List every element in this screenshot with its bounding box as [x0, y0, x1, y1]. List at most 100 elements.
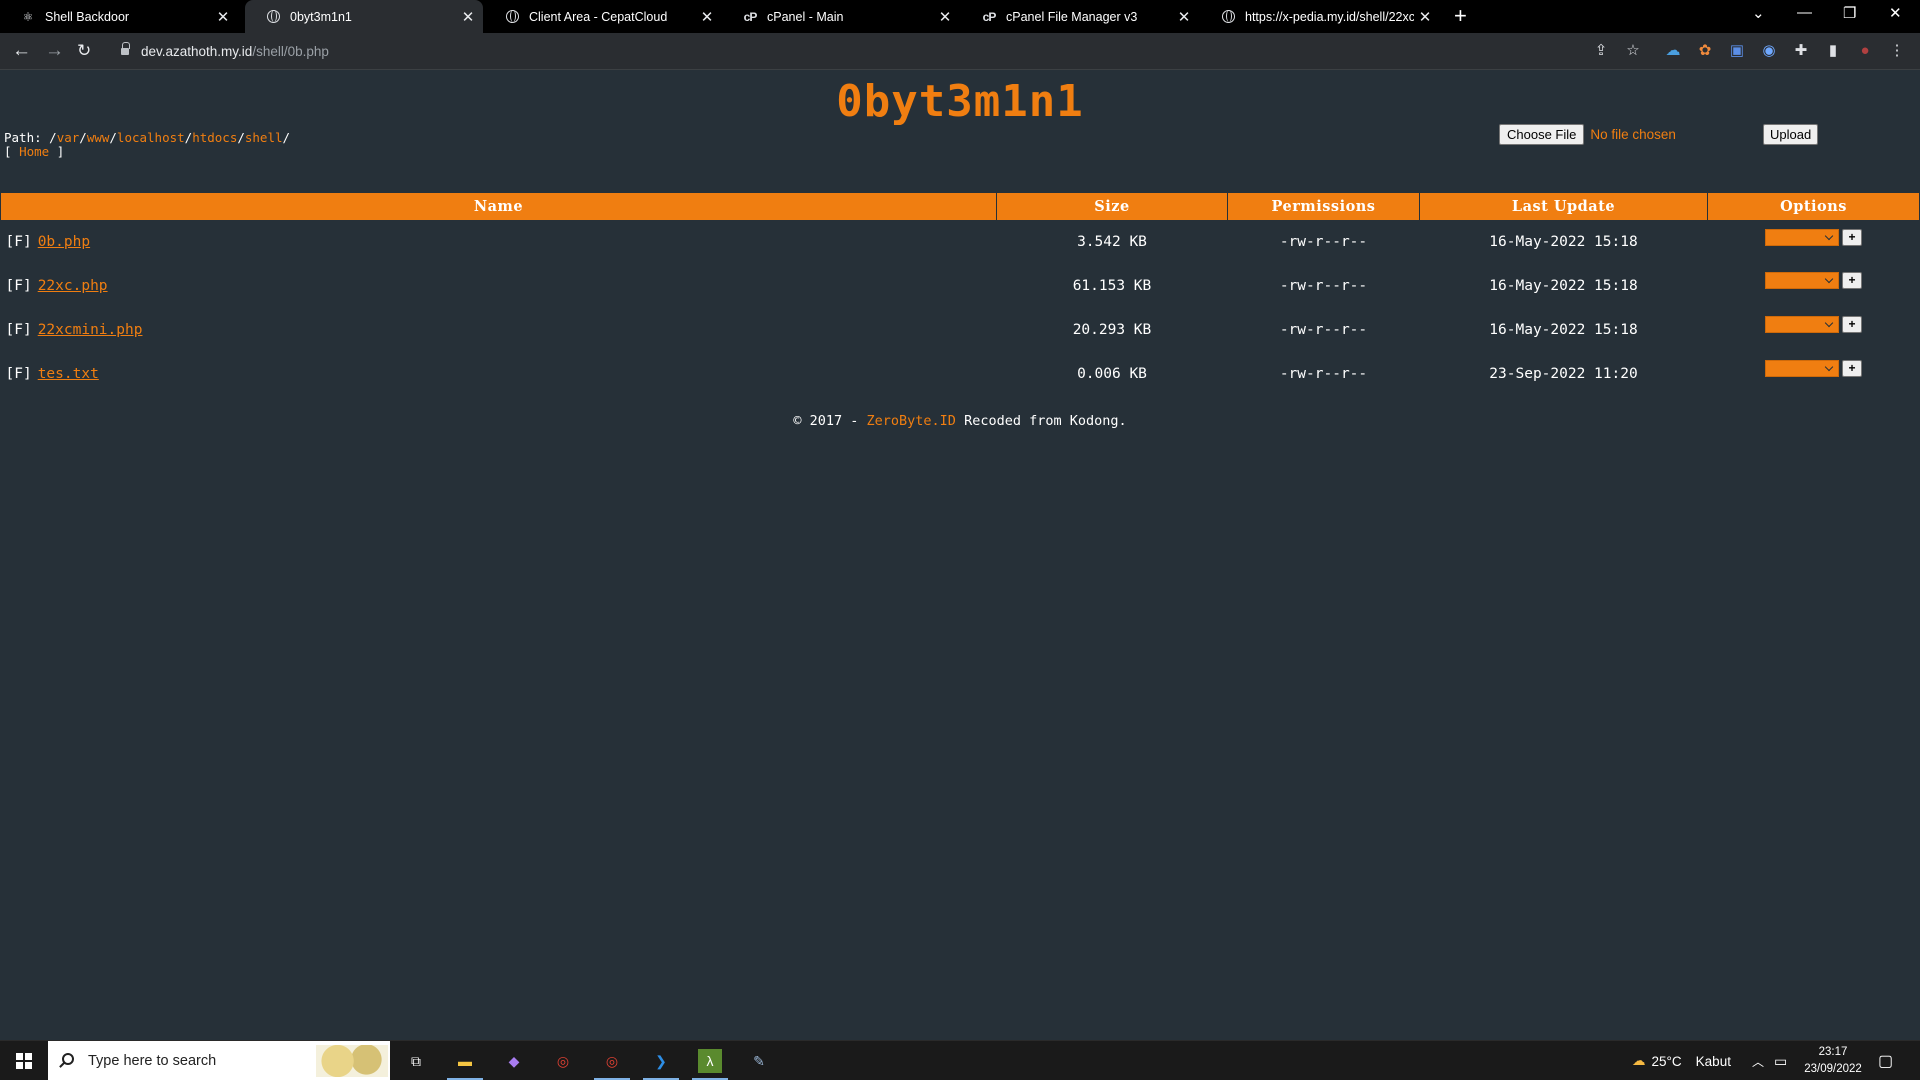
tab-title: 0byt3m1n1 — [290, 9, 352, 24]
upload-button[interactable]: Upload — [1763, 124, 1819, 145]
search-placeholder: Type here to search — [88, 1053, 217, 1069]
globe-icon — [1221, 10, 1235, 24]
task-view-icon[interactable]: ⧉ — [404, 1049, 428, 1073]
globe-icon — [505, 10, 519, 24]
submit-option-button[interactable]: + — [1842, 272, 1862, 289]
file-size: 3.542 KB — [1077, 234, 1147, 251]
forward-arrow-icon[interactable]: → — [45, 41, 64, 60]
options-select[interactable] — [1765, 316, 1839, 333]
lock-icon[interactable] — [121, 42, 130, 56]
column-header-name: Name — [0, 193, 997, 221]
file-size: 61.153 KB — [1072, 278, 1152, 294]
tab-search-chevron-icon[interactable]: ⌄ — [1752, 4, 1765, 22]
extension-flower-icon[interactable]: ✿ — [1696, 42, 1714, 60]
tab-title: cPanel - Main — [767, 9, 844, 24]
file-size: 20.293 KB — [1072, 322, 1152, 338]
tab-0byt3m1n1[interactable]: 0byt3m1n1 ✕ — [245, 0, 483, 33]
menu-kebab-icon[interactable]: ⋮ — [1888, 42, 1906, 60]
file-upload-field: Choose File No file chosen — [1499, 123, 1676, 145]
close-icon[interactable]: ✕ — [696, 8, 718, 26]
table-row: [F] 0b.php 3.542 KB -rw-r--r-- 16-May-202… — [1, 220, 1920, 264]
file-link[interactable]: 0b.php — [38, 234, 90, 250]
file-link[interactable]: tes.txt — [38, 366, 99, 382]
file-link[interactable]: 22xc.php — [38, 278, 108, 294]
submit-option-button[interactable]: + — [1842, 360, 1862, 377]
column-header-permissions: Permissions — [1227, 193, 1420, 221]
file-last-update: 16-May-2022 15:18 — [1489, 278, 1638, 294]
browser-tab-strip: ⚛ Shell Backdoor ✕ 0byt3m1n1 ✕ Client Ar… — [0, 0, 1920, 33]
table-row: [F] 22xc.php 61.153 KB -rw-r--r-- 16-May-… — [1, 264, 1920, 308]
tab-shell-backdoor[interactable]: ⚛ Shell Backdoor ✕ — [0, 0, 238, 33]
clock-time: 23:17 — [1818, 1046, 1848, 1058]
path-link-localhost[interactable]: localhost — [117, 130, 185, 145]
tab-cpanel-file-manager[interactable]: cP cPanel File Manager v3 ✕ — [961, 0, 1199, 33]
path-link-shell[interactable]: shell — [245, 130, 283, 145]
profile-avatar[interactable]: ● — [1856, 42, 1874, 60]
close-icon[interactable]: ✕ — [1173, 8, 1195, 26]
options-select[interactable] — [1765, 228, 1839, 246]
file-type-tag: [F] — [5, 234, 32, 251]
tab-x-pedia[interactable]: https://x-pedia.my.id/shell/22xcm ✕ — [1200, 0, 1440, 33]
extension-circle-icon[interactable]: ◉ — [1760, 42, 1778, 60]
vscode-icon[interactable]: ❯ — [649, 1049, 673, 1073]
weather-widget[interactable]: ☁ 25°C Kabut — [1632, 1041, 1731, 1080]
taskbar-search-box[interactable]: Type here to search — [48, 1041, 390, 1080]
close-window-button[interactable]: ✕ — [1889, 4, 1902, 22]
tab-cpanel-main[interactable]: cP cPanel - Main ✕ — [722, 0, 960, 33]
taskbar-clock[interactable]: 23:17 23/09/2022 — [1798, 1044, 1868, 1078]
search-highlight-image — [316, 1045, 388, 1077]
footer-brand-link[interactable]: ZeroByte.ID — [867, 413, 956, 429]
tab-title: cPanel File Manager v3 — [1006, 9, 1138, 24]
extensions-puzzle-icon[interactable]: ✚ — [1792, 42, 1810, 60]
notification-icon[interactable]: ▢ — [1878, 1041, 1893, 1080]
reload-icon[interactable]: ↻ — [77, 41, 91, 60]
footer-suffix: Recoded from Kodong. — [955, 413, 1127, 429]
translate-extension-icon[interactable]: ▣ — [1728, 42, 1746, 60]
close-icon[interactable]: ✕ — [457, 8, 479, 26]
new-tab-button[interactable]: + — [1454, 3, 1467, 29]
file-size: 0.006 KB — [1077, 366, 1147, 382]
url-text[interactable]: dev.azathoth.my.id/shell/0b.php — [141, 44, 329, 59]
tray-chevron-up-icon[interactable]: ︿ — [1752, 1041, 1764, 1080]
close-icon[interactable]: ✕ — [212, 8, 234, 26]
column-header-options: Options — [1707, 193, 1920, 221]
home-link-wrapper: [ Home ] — [4, 144, 65, 159]
lambda-app-icon[interactable]: λ — [698, 1049, 722, 1073]
path-label: Path: — [4, 130, 42, 145]
footer-prefix: © 2017 - — [793, 413, 867, 429]
file-explorer-icon[interactable]: ▬ — [453, 1049, 477, 1073]
table-row: [F] tes.txt 0.006 KB -rw-r--r-- 23-Sep-20… — [1, 352, 1920, 396]
paint-app-icon[interactable]: ✎ — [747, 1049, 771, 1073]
visual-studio-icon[interactable]: ◆ — [502, 1049, 526, 1073]
file-type-tag: [F] — [5, 366, 32, 382]
path-link-www[interactable]: www — [87, 130, 110, 145]
network-icon[interactable]: ▭ — [1774, 1041, 1787, 1080]
chrome-icon[interactable]: ◎ — [551, 1049, 575, 1073]
chrome-profile-icon[interactable]: ◎ — [600, 1049, 624, 1073]
file-link[interactable]: 22xcmini.php — [38, 322, 143, 338]
path-link-var[interactable]: var — [57, 130, 80, 145]
share-icon[interactable]: ⇪ — [1592, 42, 1610, 60]
windows-start-icon[interactable] — [16, 1053, 32, 1069]
submit-option-button[interactable]: + — [1842, 316, 1862, 333]
path-link-htdocs[interactable]: htdocs — [192, 130, 237, 145]
options-select[interactable] — [1765, 272, 1839, 289]
file-last-update: 16-May-2022 15:18 — [1489, 234, 1638, 251]
choose-file-button[interactable]: Choose File — [1499, 123, 1585, 145]
address-bar[interactable]: dev.azathoth.my.id/shell/0b.php — [111, 36, 1641, 67]
weather-desc: Kabut — [1695, 1053, 1731, 1069]
back-arrow-icon[interactable]: ← — [12, 41, 31, 60]
star-icon[interactable]: ☆ — [1624, 42, 1642, 60]
side-panel-icon[interactable]: ▮ — [1824, 42, 1842, 60]
clock-date: 23/09/2022 — [1804, 1063, 1862, 1075]
options-select[interactable] — [1765, 360, 1839, 377]
close-icon[interactable]: ✕ — [934, 8, 956, 26]
tab-client-area[interactable]: Client Area - CepatCloud ✕ — [484, 0, 722, 33]
home-link[interactable]: Home — [19, 144, 49, 159]
close-icon[interactable]: ✕ — [1414, 8, 1436, 26]
submit-option-button[interactable]: + — [1842, 228, 1862, 246]
minimize-button[interactable]: — — [1797, 4, 1812, 21]
restore-button[interactable]: ❐ — [1843, 4, 1856, 22]
column-header-size: Size — [996, 193, 1228, 221]
cloud-extension-icon[interactable]: ☁ — [1664, 42, 1682, 60]
